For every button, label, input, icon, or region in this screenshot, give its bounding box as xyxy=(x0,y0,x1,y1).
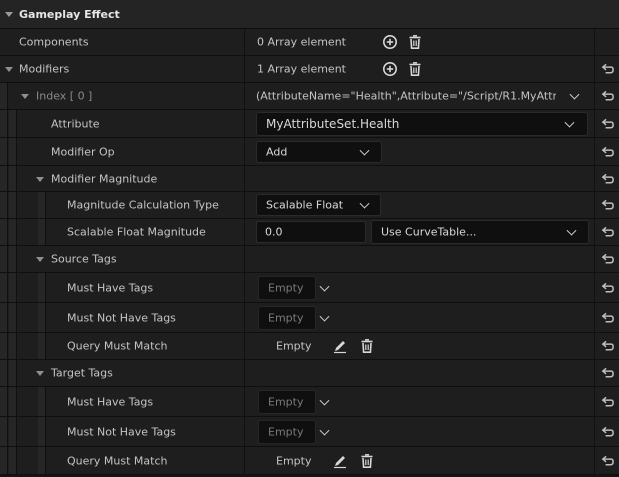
reset-arrow-icon[interactable] xyxy=(600,89,615,104)
scalable-float-value: 0.0 xyxy=(265,225,283,239)
source-must-not-have-value: Empty xyxy=(268,311,304,324)
add-circle-icon[interactable] xyxy=(382,61,398,77)
reset-arrow-icon[interactable] xyxy=(600,252,615,267)
chevron-down-icon[interactable] xyxy=(359,198,370,209)
scalable-float-row: Scalable Float Magnitude 0.0 Use CurveTa… xyxy=(0,219,619,246)
target-query-value: Empty xyxy=(276,454,312,467)
modifier-op-value: Add xyxy=(266,145,288,158)
index-value: (AttributeName="Health",Attribute="/Scri… xyxy=(256,89,556,103)
triangle-down-icon[interactable] xyxy=(36,257,44,262)
target-must-have-field[interactable]: Empty xyxy=(258,389,316,414)
trash-icon[interactable] xyxy=(359,338,375,354)
source-must-have-label: Must Have Tags xyxy=(67,281,154,294)
reset-arrow-icon[interactable] xyxy=(600,171,615,186)
magnitude-calc-value: Scalable Float xyxy=(266,198,344,212)
curve-table-combo[interactable]: Use CurveTable... xyxy=(371,220,589,244)
triangle-down-icon[interactable] xyxy=(21,94,29,99)
attribute-value: MyAttributeSet.Health xyxy=(266,116,400,131)
source-must-have-field[interactable]: Empty xyxy=(258,275,316,300)
triangle-down-icon[interactable] xyxy=(36,176,44,182)
modifiers-row[interactable]: Modifiers 1 Array element xyxy=(0,56,619,83)
trash-icon[interactable] xyxy=(407,34,423,50)
modifier-op-row: Modifier Op Add xyxy=(0,138,619,166)
index-label: Index [ 0 ] xyxy=(36,89,93,103)
chevron-down-icon[interactable] xyxy=(319,281,330,292)
target-tags-label: Target Tags xyxy=(51,366,113,380)
chevron-down-icon[interactable] xyxy=(359,145,370,156)
source-tags-row[interactable]: Source Tags xyxy=(0,246,619,273)
source-must-not-have-field[interactable]: Empty xyxy=(258,305,316,330)
target-query-row: Query Must Match Empty xyxy=(0,447,619,475)
source-query-value: Empty xyxy=(276,339,312,353)
chevron-down-icon[interactable] xyxy=(319,311,330,322)
modifier-op-label: Modifier Op xyxy=(51,145,115,158)
target-must-not-have-field[interactable]: Empty xyxy=(258,419,316,444)
source-must-not-have-label: Must Not Have Tags xyxy=(67,311,176,324)
source-query-label: Query Must Match xyxy=(67,339,168,353)
reset-arrow-icon[interactable] xyxy=(600,225,615,240)
category-title: Gameplay Effect xyxy=(19,8,120,21)
pencil-icon[interactable] xyxy=(332,453,348,469)
triangle-down-icon[interactable] xyxy=(5,12,13,17)
index-row[interactable]: Index [ 0 ] (AttributeName="Health",Attr… xyxy=(0,83,619,110)
scalable-float-input[interactable]: 0.0 xyxy=(256,221,366,243)
source-must-not-have-row: Must Not Have Tags Empty xyxy=(0,303,619,333)
source-must-have-value: Empty xyxy=(268,281,304,294)
modifiers-label: Modifiers xyxy=(19,62,70,76)
reset-arrow-icon[interactable] xyxy=(600,394,615,409)
reset-arrow-icon[interactable] xyxy=(600,339,615,354)
target-must-have-label: Must Have Tags xyxy=(67,395,154,408)
trash-icon[interactable] xyxy=(359,453,375,469)
components-label: Components xyxy=(19,35,89,49)
reset-arrow-icon[interactable] xyxy=(600,144,615,159)
triangle-down-icon[interactable] xyxy=(36,371,44,376)
reset-arrow-icon[interactable] xyxy=(600,116,615,131)
reset-arrow-icon[interactable] xyxy=(600,310,615,325)
chevron-down-icon[interactable] xyxy=(319,395,330,406)
magnitude-calc-row: Magnitude Calculation Type Scalable Floa… xyxy=(0,192,619,219)
gameplay-effect-header[interactable]: Gameplay Effect xyxy=(0,0,619,29)
target-must-not-have-row: Must Not Have Tags Empty xyxy=(0,417,619,447)
reset-arrow-icon[interactable] xyxy=(600,198,615,213)
target-must-not-have-value: Empty xyxy=(268,425,304,438)
components-count: 0 Array element xyxy=(257,35,346,49)
reset-arrow-icon[interactable] xyxy=(600,280,615,295)
magnitude-calc-label: Magnitude Calculation Type xyxy=(67,198,219,212)
target-must-not-have-label: Must Not Have Tags xyxy=(67,425,176,438)
chevron-down-icon[interactable] xyxy=(566,225,577,236)
modifier-op-combo[interactable]: Add xyxy=(256,140,382,163)
attribute-label: Attribute xyxy=(51,117,100,130)
target-query-label: Query Must Match xyxy=(67,454,168,467)
chevron-down-icon[interactable] xyxy=(319,425,330,436)
reset-arrow-icon[interactable] xyxy=(600,424,615,439)
pencil-icon[interactable] xyxy=(332,338,348,354)
chevron-down-icon[interactable] xyxy=(569,89,580,100)
scalable-float-label: Scalable Float Magnitude xyxy=(67,225,206,239)
target-must-have-row: Must Have Tags Empty xyxy=(0,387,619,417)
reset-arrow-icon[interactable] xyxy=(600,453,615,468)
trash-icon[interactable] xyxy=(407,61,423,77)
reset-arrow-icon[interactable] xyxy=(600,366,615,381)
components-row: Components 0 Array element xyxy=(0,29,619,56)
source-must-have-row: Must Have Tags Empty xyxy=(0,273,619,303)
modifier-magnitude-row[interactable]: Modifier Magnitude xyxy=(0,166,619,192)
curve-table-value: Use CurveTable... xyxy=(381,225,477,239)
chevron-down-icon[interactable] xyxy=(564,117,575,128)
triangle-down-icon[interactable] xyxy=(5,67,13,72)
reset-arrow-icon[interactable] xyxy=(600,62,615,77)
attribute-row: Attribute MyAttributeSet.Health xyxy=(0,110,619,138)
target-must-have-value: Empty xyxy=(268,395,304,408)
magnitude-calc-combo[interactable]: Scalable Float xyxy=(256,194,381,216)
add-circle-icon[interactable] xyxy=(382,34,398,50)
source-tags-label: Source Tags xyxy=(51,252,117,266)
modifiers-count: 1 Array element xyxy=(257,62,346,76)
target-tags-row[interactable]: Target Tags xyxy=(0,360,619,387)
modifier-magnitude-label: Modifier Magnitude xyxy=(51,172,158,185)
attribute-combo[interactable]: MyAttributeSet.Health xyxy=(256,111,588,136)
source-query-row: Query Must Match Empty xyxy=(0,333,619,360)
